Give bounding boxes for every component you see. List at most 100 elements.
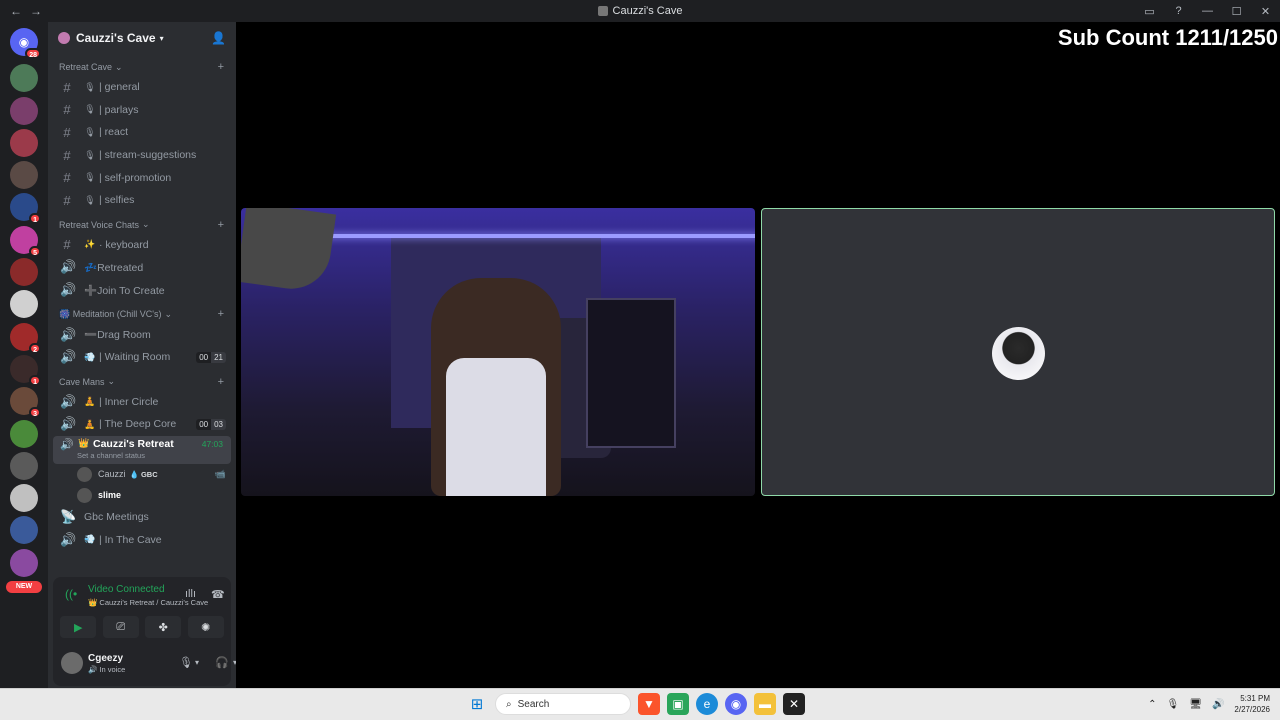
create-channel-icon[interactable]: + bbox=[218, 219, 224, 231]
file-explorer-icon[interactable]: ▬ bbox=[754, 693, 776, 715]
microphone-tray-icon[interactable]: 🎙 bbox=[1167, 699, 1180, 710]
channel-status-hint[interactable]: Set a channel status bbox=[77, 451, 145, 460]
voice-status[interactable]: Video Connected bbox=[88, 584, 165, 595]
guild-icon[interactable]: 1 bbox=[10, 193, 41, 225]
server-header[interactable]: Cauzzi's Cave ▾ 👤 bbox=[48, 22, 236, 54]
channel-item[interactable]: # 🎙 | general bbox=[48, 76, 236, 99]
home-button[interactable]: ◉ 28 bbox=[10, 28, 41, 59]
guild-badge: 3 bbox=[29, 407, 41, 419]
signal-icon[interactable]: ((• bbox=[65, 587, 77, 601]
start-icon[interactable]: ⊞ bbox=[466, 693, 488, 715]
category-header[interactable]: Cave Mans ⌄ + bbox=[48, 373, 236, 391]
channel-item[interactable]: # 🎙 | react bbox=[48, 121, 236, 144]
channel-name: ➖Drag Room bbox=[84, 329, 151, 342]
guild-icon[interactable] bbox=[10, 128, 38, 157]
channel-item[interactable]: 🔊 🧘 | Inner Circle bbox=[48, 391, 236, 414]
close-button[interactable]: ✕ bbox=[1251, 5, 1280, 18]
active-voice-channel[interactable]: 🔊 👑 Cauzzi's Retreat 47:03 Set a channel sta… bbox=[53, 435, 231, 464]
guild-icon[interactable] bbox=[10, 64, 38, 93]
channel-item[interactable]: # 🎙 | selfies bbox=[48, 189, 236, 212]
guild-icon[interactable] bbox=[10, 548, 38, 577]
create-channel-icon[interactable]: + bbox=[218, 308, 224, 320]
participant-avatar bbox=[992, 327, 1045, 380]
channel-item[interactable]: 🔊 ➕Join To Create bbox=[48, 279, 236, 302]
voice-user-name: Cauzzi bbox=[98, 469, 126, 480]
category-header[interactable]: 🎆 Meditation (Chill VC's) ⌄ + bbox=[48, 305, 236, 323]
guild-icon[interactable] bbox=[10, 161, 38, 190]
guild-icon[interactable]: 3 bbox=[10, 387, 41, 419]
window-titlebar: ← → Cauzzi's Cave ▭ ? — ☐ ✕ bbox=[0, 0, 1280, 22]
guild-icon[interactable] bbox=[10, 96, 38, 125]
voice-user[interactable]: slime bbox=[48, 485, 236, 506]
camera-button[interactable]: ▶ bbox=[60, 616, 97, 638]
chevron-up-icon[interactable]: ⌃ bbox=[1148, 699, 1156, 710]
guild-icon[interactable] bbox=[10, 516, 38, 545]
video-tile-stream[interactable] bbox=[241, 208, 755, 496]
user-name[interactable]: Cgeezy bbox=[88, 653, 123, 664]
channel-item[interactable]: # 🎙 | self-promotion bbox=[48, 166, 236, 189]
guild-icon[interactable] bbox=[10, 258, 38, 287]
soundboard-button[interactable]: ✺ bbox=[187, 616, 224, 638]
clock-time: 5:31 PM bbox=[1240, 694, 1270, 703]
microphone-icon[interactable]: 🎙 bbox=[179, 656, 193, 669]
channel-item[interactable]: # ✨ · keyboard bbox=[48, 234, 236, 257]
guild-icon[interactable]: 2 bbox=[10, 322, 41, 354]
guild-icon[interactable] bbox=[10, 484, 38, 513]
channel-item[interactable]: # 🎙 | parlays bbox=[48, 99, 236, 122]
create-channel-icon[interactable]: + bbox=[218, 61, 224, 73]
channel-item[interactable]: 🔊 🧘 | The Deep Core 00 03 bbox=[48, 413, 236, 436]
activities-button[interactable]: ✤ bbox=[145, 616, 182, 638]
sub-count-overlay: Sub Count 1211/1250 bbox=[1057, 25, 1278, 50]
chevron-down-icon: ⌄ bbox=[107, 376, 116, 387]
user-avatar[interactable] bbox=[61, 652, 83, 674]
user-count-badge: 00 03 bbox=[196, 418, 226, 430]
channel-list: Retreat Cave ⌄ + # 🎙 | general # 🎙 | parlays # 🎙 |… bbox=[48, 58, 236, 551]
guild-icon[interactable] bbox=[10, 290, 38, 319]
brave-icon[interactable]: ▼ bbox=[638, 693, 660, 715]
headphones-icon[interactable]: 🎧 bbox=[215, 656, 229, 669]
maximize-button[interactable]: ☐ bbox=[1222, 5, 1251, 18]
network-icon[interactable]: 🖥 bbox=[1189, 699, 1202, 710]
video-tile-user[interactable] bbox=[761, 208, 1275, 496]
help-icon[interactable]: ? bbox=[1164, 5, 1193, 17]
taskbar-search[interactable]: ⌕ Search bbox=[495, 693, 631, 715]
guild-icon[interactable]: 1 bbox=[10, 354, 41, 386]
terminal-icon[interactable]: ✕ bbox=[783, 693, 805, 715]
add-friend-icon[interactable]: 👤 bbox=[211, 31, 226, 45]
inbox-icon[interactable]: ▭ bbox=[1135, 5, 1164, 18]
channel-emoji: 🧘 bbox=[84, 418, 96, 429]
minimize-button[interactable]: — bbox=[1193, 5, 1222, 17]
hash-icon: # bbox=[63, 124, 71, 140]
channel-name: | Inner Circle bbox=[99, 395, 159, 408]
volume-icon[interactable]: 🔊 bbox=[1212, 699, 1224, 710]
voice-user[interactable]: Cauzzi 💧 GBC 📹 bbox=[48, 464, 236, 485]
channel-name: | The Deep Core bbox=[99, 418, 177, 431]
speaker-icon: 🔊 bbox=[60, 282, 77, 298]
guild-icon[interactable]: 5 bbox=[10, 225, 41, 257]
channel-item[interactable]: 🔊 💨 | Waiting Room 00 21 bbox=[48, 346, 236, 369]
disconnect-icon[interactable]: ☎ bbox=[211, 588, 225, 601]
channel-name: 💤Retreated bbox=[84, 261, 144, 274]
discord-taskbar-icon[interactable]: ◉ bbox=[725, 693, 747, 715]
category-header[interactable]: Retreat Cave ⌄ + bbox=[48, 58, 236, 76]
clock[interactable]: 5:31 PM 2/27/2026 bbox=[1234, 693, 1270, 715]
channel-item[interactable]: 🔊 💨 | In The Cave bbox=[48, 528, 236, 551]
screenshare-button[interactable]: ⎚ bbox=[102, 616, 139, 638]
edge-icon[interactable]: e bbox=[696, 693, 718, 715]
category-header[interactable]: Retreat Voice Chats ⌄ + bbox=[48, 216, 236, 234]
channel-item[interactable]: 📡 Gbc Meetings bbox=[48, 506, 236, 529]
channel-item[interactable]: 🔊 💤Retreated bbox=[48, 256, 236, 279]
channel-name: | general bbox=[99, 81, 140, 94]
chevron-down-icon[interactable]: ▾ bbox=[195, 658, 199, 667]
hash-icon: # bbox=[63, 102, 71, 118]
noise-suppression-icon[interactable]: ıllı bbox=[185, 588, 196, 600]
category-name: Retreat Voice Chats bbox=[59, 219, 140, 230]
hash-icon: # bbox=[63, 170, 71, 186]
channel-item[interactable]: 🔊 ➖Drag Room bbox=[48, 323, 236, 346]
guild-icon[interactable] bbox=[10, 451, 38, 480]
speaker-icon: 🔊 bbox=[60, 326, 77, 342]
app-icon[interactable]: ▣ bbox=[667, 693, 689, 715]
channel-item[interactable]: # 🎙 | stream-suggestions bbox=[48, 144, 236, 167]
create-channel-icon[interactable]: + bbox=[218, 376, 224, 388]
guild-icon[interactable] bbox=[10, 419, 38, 448]
